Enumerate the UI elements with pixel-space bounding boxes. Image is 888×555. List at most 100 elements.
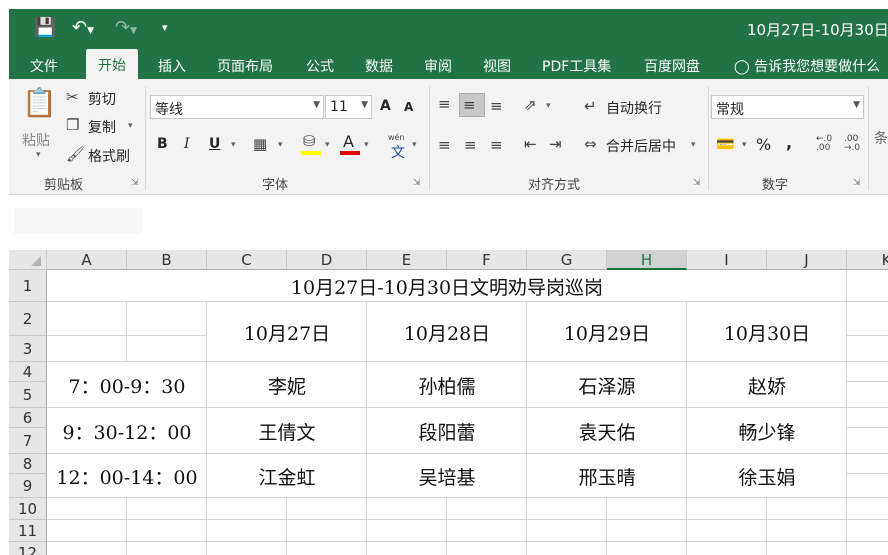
merge-center-button[interactable]: 合并后居中 [606, 136, 676, 156]
column-header-c[interactable]: C [207, 250, 287, 270]
copy-dropdown-icon[interactable]: ▾ [128, 121, 133, 131]
orientation-icon[interactable]: ⇗ [524, 97, 537, 113]
font-size-combo[interactable]: 11 ▼ [325, 95, 372, 119]
pinyin-guide-button[interactable]: 文 [391, 142, 405, 162]
tab-data[interactable]: 数据 [365, 56, 393, 76]
percent-button[interactable]: % [756, 135, 771, 154]
date-header-cell[interactable]: 10月30日 [687, 302, 847, 362]
merge-center-icon[interactable]: ⇔ [584, 136, 597, 152]
tab-baidu-netdisk[interactable]: 百度网盘 [644, 56, 700, 76]
align-center-icon[interactable]: ≡ [464, 137, 477, 153]
format-painter-button[interactable]: 格式刷 [88, 146, 130, 166]
tab-insert[interactable]: 插入 [158, 56, 186, 76]
column-header-g[interactable]: G [527, 250, 607, 270]
merge-dropdown-icon[interactable]: ▾ [691, 140, 696, 150]
decrease-indent-icon[interactable]: ⇤ [524, 136, 537, 152]
volunteer-name-cell[interactable]: 段阳蕾 [367, 408, 527, 454]
row-header-6[interactable]: 6 [9, 408, 47, 428]
orientation-dropdown-icon[interactable]: ▾ [546, 101, 551, 111]
row-header-9[interactable]: 9 [9, 474, 47, 498]
name-box[interactable] [14, 208, 142, 234]
tab-file[interactable]: 文件 [30, 56, 58, 76]
decrease-decimal-icon[interactable]: .00 →.0 [844, 135, 860, 153]
copy-button[interactable]: 复制 [88, 117, 116, 137]
format-painter-icon[interactable]: 🖌 [66, 146, 85, 162]
date-header-cell[interactable]: 10月29日 [527, 302, 687, 362]
borders-dropdown-icon[interactable]: ▾ [278, 140, 283, 150]
volunteer-name-cell[interactable]: 吴培基 [367, 454, 527, 498]
sheet-title-cell[interactable]: 10月27日-10月30日文明劝导岗巡岗 [47, 270, 847, 302]
customize-icon[interactable]: ▾ [162, 18, 168, 38]
fill-color-icon[interactable]: ⛁ [303, 133, 316, 149]
paste-icon[interactable]: 📋 [22, 88, 57, 118]
row-header-1[interactable]: 1 [9, 270, 47, 302]
date-header-cell[interactable]: 10月27日 [207, 302, 367, 362]
bold-button[interactable]: B [157, 136, 168, 152]
row-header-8[interactable]: 8 [9, 454, 47, 474]
row-header-2[interactable]: 2 [9, 302, 47, 336]
select-all-corner[interactable] [9, 250, 47, 270]
align-right-icon[interactable]: ≡ [490, 137, 503, 153]
underline-button[interactable]: U [209, 136, 220, 152]
column-header-k[interactable]: K [847, 250, 888, 270]
clipboard-launcher-icon[interactable]: ⇲ [131, 178, 139, 188]
row-header-7[interactable]: 7 [9, 428, 47, 454]
column-header-d[interactable]: D [287, 250, 367, 270]
volunteer-name-cell[interactable]: 李妮 [207, 362, 367, 408]
save-icon[interactable]: 💾 [34, 18, 56, 38]
fill-color-dropdown-icon[interactable]: ▾ [325, 140, 330, 150]
row-header-11[interactable]: 11 [9, 520, 47, 542]
volunteer-name-cell[interactable]: 畅少锋 [687, 408, 847, 454]
tab-pdf-tools[interactable]: PDF工具集 [542, 56, 611, 76]
number-launcher-icon[interactable]: ⇲ [853, 178, 861, 188]
paste-button[interactable]: 粘贴 [22, 130, 50, 150]
column-header-i[interactable]: I [687, 250, 767, 270]
column-header-j[interactable]: J [767, 250, 847, 270]
row-header-12[interactable]: 12 [9, 542, 47, 555]
volunteer-name-cell[interactable]: 江金虹 [207, 454, 367, 498]
volunteer-name-cell[interactable]: 王倩文 [207, 408, 367, 454]
italic-button[interactable]: I [184, 136, 190, 152]
row-header-5[interactable]: 5 [9, 382, 47, 408]
accounting-dropdown-icon[interactable]: ▾ [742, 140, 747, 150]
font-launcher-icon[interactable]: ⇲ [413, 178, 421, 188]
volunteer-name-cell[interactable]: 赵娇 [687, 362, 847, 408]
number-format-combo[interactable]: 常规 ▼ [711, 95, 864, 119]
copy-icon[interactable]: ❐ [66, 117, 79, 133]
volunteer-name-cell[interactable]: 石泽源 [527, 362, 687, 408]
date-header-cell[interactable]: 10月28日 [367, 302, 527, 362]
pinyin-dropdown-icon[interactable]: ▾ [412, 140, 417, 150]
time-slot-cell[interactable]: 7：00-9：30 [47, 362, 207, 408]
time-slot-cell[interactable]: 9：30-12：00 [47, 408, 207, 454]
shrink-font-button[interactable]: A [404, 100, 413, 114]
column-header-f[interactable]: F [447, 250, 527, 270]
column-header-e[interactable]: E [367, 250, 447, 270]
tab-review[interactable]: 审阅 [424, 56, 452, 76]
column-header-h[interactable]: H [607, 250, 687, 270]
row-header-4[interactable]: 4 [9, 362, 47, 382]
tab-page-layout[interactable]: 页面布局 [217, 56, 273, 76]
volunteer-name-cell[interactable]: 孙柏儒 [367, 362, 527, 408]
comma-button[interactable]: , [786, 133, 792, 152]
paste-dropdown-icon[interactable]: ▾ [36, 150, 41, 160]
font-color-dropdown-icon[interactable]: ▾ [364, 140, 369, 150]
font-color-button[interactable]: A [343, 132, 354, 151]
wrap-text-button[interactable]: 自动换行 [606, 98, 662, 118]
undo-icon[interactable]: ↶▼ [72, 18, 94, 41]
grow-font-button[interactable]: A [380, 98, 391, 114]
align-bottom-icon[interactable]: ≡ [490, 98, 503, 114]
row-header-10[interactable]: 10 [9, 498, 47, 520]
volunteer-name-cell[interactable]: 袁天佑 [527, 408, 687, 454]
cut-icon[interactable]: ✂ [66, 89, 79, 105]
increase-decimal-icon[interactable]: ←.0.00 [816, 135, 832, 153]
font-name-combo[interactable]: 等线 ▼ [150, 95, 324, 119]
wrap-text-icon[interactable]: ↵ [584, 98, 597, 114]
tab-home[interactable]: 开始 [86, 49, 138, 79]
redo-icon[interactable]: ↷▼ [115, 18, 137, 41]
increase-indent-icon[interactable]: ⇥ [549, 136, 562, 152]
tab-view[interactable]: 视图 [483, 56, 511, 76]
volunteer-name-cell[interactable]: 邢玉晴 [527, 454, 687, 498]
align-left-icon[interactable]: ≡ [438, 137, 451, 153]
time-slot-cell[interactable]: 12：00-14：00 [47, 454, 207, 498]
borders-icon[interactable]: ▦ [253, 136, 267, 152]
